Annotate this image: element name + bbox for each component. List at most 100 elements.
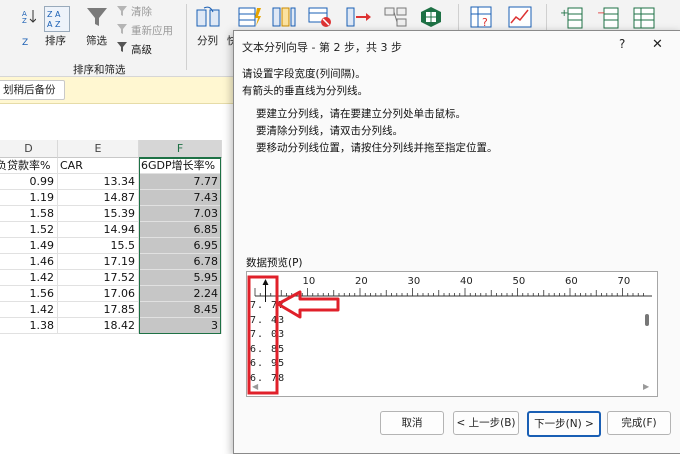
next-button[interactable]: 下一步(N) > [527,411,601,437]
preview-line: 7. 43 [250,314,286,326]
table-cell[interactable]: 2.24 [139,286,222,302]
column-header-f[interactable]: F [139,140,222,159]
column-break-arrow-icon[interactable] [262,279,269,285]
svg-text:Z A: Z A [47,10,61,19]
preview-line: 7. 77 [250,300,286,311]
header-cell[interactable]: 6GDP增长率% [139,158,222,174]
back-button[interactable]: < 上一步(B) [453,411,519,435]
ruler-label: 70 [618,276,631,287]
text-to-columns-icon[interactable] [196,6,220,30]
bullet-move-line: 要移动分列线位置，请按住分列线并拖至指定位置。 [256,142,498,154]
table-cell[interactable]: 15.39 [58,206,139,222]
subtotal-icon[interactable] [632,6,656,30]
dialog-title: 文本分列向导 - 第 2 步，共 3 步 [242,41,402,54]
header-cell[interactable]: 负贷款率% [0,158,58,174]
data-model-icon[interactable] [420,6,442,28]
sort-dialog-icon[interactable]: Z AA Z [44,6,70,32]
filter-icon[interactable] [86,6,108,28]
preview-line: 6. 95 [250,358,286,369]
table-cell[interactable]: 1.49 [0,238,58,254]
table-cell[interactable]: 18.42 [58,318,139,334]
data-preview-label: 数据预览(P) [246,257,303,269]
table-cell[interactable]: 1.52 [0,222,58,238]
svg-text:−: − [597,8,605,19]
sort-filter-group-label: 排序和筛选 [73,64,126,76]
table-cell[interactable]: 17.85 [58,302,139,318]
header-cell[interactable]: CAR [58,158,139,174]
split-button[interactable]: 分列 [197,33,218,48]
table-cell[interactable]: 5.95 [139,270,222,286]
table-cell[interactable]: 0.99 [0,174,58,190]
flash-fill-icon[interactable] [238,6,262,28]
relationships-icon[interactable] [384,6,408,28]
table-cell[interactable]: 1.42 [0,270,58,286]
sort-ascending-icon[interactable]: AZ [22,8,37,25]
ruler-label: 50 [513,276,526,287]
column-header-e[interactable]: E [58,140,139,158]
ruler-label: 30 [408,276,421,287]
consolidate-icon[interactable] [346,6,372,28]
column-header-d[interactable]: D [0,140,58,158]
preview-line: 7. 03 [250,329,286,340]
instruction-1: 请设置字段宽度(列间隔)。 [242,68,366,80]
filter-button[interactable]: 筛选 [86,33,107,48]
preview-vertical-scrollbar[interactable] [645,314,649,326]
what-if-analysis-icon[interactable]: ? [470,6,494,30]
table-cell[interactable]: 13.34 [58,174,139,190]
preview-scroll-right-icon[interactable]: ▶ [643,382,649,391]
remove-duplicates-icon[interactable] [272,6,296,28]
table-cell[interactable]: 17.06 [58,286,139,302]
table-cell[interactable]: 1.46 [0,254,58,270]
ruler-label: 60 [565,276,578,287]
table-cell[interactable]: 7.77 [139,174,222,190]
ribbon-divider [186,4,187,70]
column-ruler[interactable]: 10 20 30 40 50 60 70 [247,272,657,302]
svg-text:Z: Z [22,38,28,48]
ruler-label: 10 [303,276,316,287]
sort-descending-icon[interactable]: Z [22,35,34,49]
table-cell[interactable]: 7.43 [139,190,222,206]
instruction-2: 有箭头的垂直线为分列线。 [242,85,368,97]
forecast-sheet-icon[interactable] [508,6,532,30]
table-cell[interactable]: 6.85 [139,222,222,238]
help-button[interactable]: ? [619,37,625,51]
sort-button[interactable]: 排序 [45,33,66,48]
reapply-icon [117,23,129,35]
preview-line: 6. 85 [250,343,286,355]
close-icon[interactable]: ✕ [652,37,663,52]
table-cell[interactable]: 17.52 [58,270,139,286]
svg-text:+: + [560,8,568,19]
table-cell[interactable]: 1.19 [0,190,58,206]
ungroup-icon[interactable]: − [596,6,620,30]
backup-later-button[interactable]: 划稍后备份 [0,80,65,100]
table-cell[interactable]: 14.94 [58,222,139,238]
svg-text:Z: Z [22,17,27,24]
table-cell[interactable]: 7.03 [139,206,222,222]
advanced-button[interactable]: 高级 [131,42,152,57]
svg-text:A Z: A Z [47,20,61,29]
table-cell[interactable]: 1.42 [0,302,58,318]
group-icon[interactable]: + [560,6,584,30]
table-cell[interactable]: 15.5 [58,238,139,254]
table-cell[interactable]: 6.78 [139,254,222,270]
data-validation-icon[interactable] [308,6,332,28]
svg-text:?: ? [482,16,488,29]
clear-button[interactable]: 清除 [131,4,152,19]
finish-button[interactable]: 完成(F) [607,411,671,435]
table-cell[interactable]: 3 [139,318,222,334]
cancel-button[interactable]: 取消 [380,411,444,435]
table-cell[interactable]: 1.56 [0,286,58,302]
preview-scroll-left-icon[interactable]: ◀ [252,382,258,391]
table-cell[interactable]: 6.95 [139,238,222,254]
table-cell[interactable]: 1.38 [0,318,58,334]
table-cell[interactable]: 17.19 [58,254,139,270]
data-preview-box[interactable]: 10 20 30 40 50 60 70 7. 77 7. 43 7. 03 6. 85 6. 95… [246,271,658,397]
reapply-button[interactable]: 重新应用 [131,23,173,38]
advanced-filter-icon [117,41,129,53]
table-cell[interactable]: 8.45 [139,302,222,318]
table-cell[interactable]: 14.87 [58,190,139,206]
ruler-label: 40 [460,276,473,287]
bullet-clear-line: 要清除分列线，请双击分列线。 [256,125,403,137]
table-cell[interactable]: 1.58 [0,206,58,222]
bullet-create-line: 要建立分列线，请在要建立分列处单击鼠标。 [256,108,466,120]
